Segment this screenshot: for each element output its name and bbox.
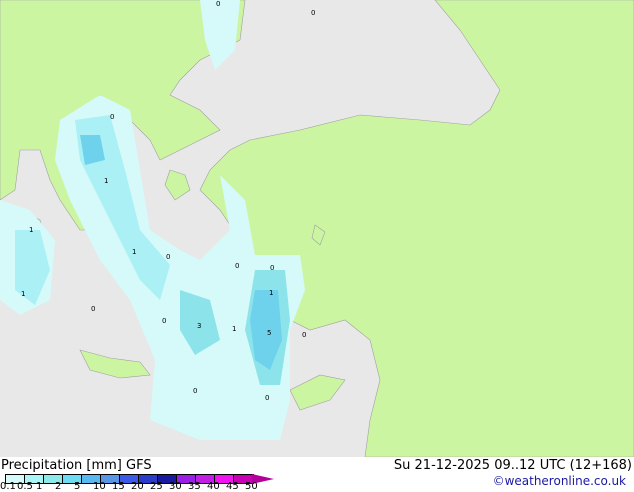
- map-label: 0: [91, 305, 95, 313]
- map-label: 0: [311, 9, 315, 17]
- precipitation-map[interactable]: 0 0 0 1 1 1 0 0 1 0 0 3 1 5 0 0 0 1 0: [0, 0, 634, 457]
- scale-tick-label: 45: [226, 481, 239, 492]
- map-label: 1: [132, 248, 136, 256]
- map-label: 0: [302, 331, 306, 339]
- scale-tick-label: 0.5: [17, 481, 33, 492]
- map-label: 0: [193, 387, 197, 395]
- scale-tick-label: 50: [245, 481, 258, 492]
- scale-tick-label: 10: [93, 481, 106, 492]
- map-label: 0: [235, 262, 239, 270]
- map-label: 0: [265, 394, 269, 402]
- map-label: 1: [21, 290, 25, 298]
- scale-tick-label: 25: [150, 481, 163, 492]
- scale-tick-label: 35: [188, 481, 201, 492]
- map-label: 0: [216, 0, 220, 8]
- credit-link[interactable]: ©weatheronline.co.uk: [493, 474, 626, 488]
- map-label: 1: [104, 177, 108, 185]
- scale-tick-label: 15: [112, 481, 125, 492]
- map-label: 0: [270, 264, 274, 272]
- map-label: 3: [197, 322, 201, 330]
- map-label: 0: [110, 113, 114, 121]
- map-label: 1: [29, 226, 33, 234]
- map-label: 5: [267, 329, 271, 337]
- scale-tick-label: 1: [36, 481, 43, 492]
- scale-tick-label: 40: [207, 481, 220, 492]
- scale-tick-label: 5: [74, 481, 81, 492]
- scale-tick-label: 30: [169, 481, 182, 492]
- map-label: 1: [232, 325, 236, 333]
- scale-tick-label: 0.1: [0, 481, 16, 492]
- legend-footer: Precipitation [mm] GFS Su 21-12-2025 09.…: [0, 457, 634, 492]
- map-label: 0: [162, 317, 166, 325]
- valid-time: Su 21-12-2025 09..12 UTC (12+168): [393, 458, 632, 473]
- scale-tick-label: 20: [131, 481, 144, 492]
- map-label: 1: [269, 289, 273, 297]
- map-title: Precipitation [mm] GFS: [1, 458, 152, 473]
- scale-tick-label: 2: [55, 481, 62, 492]
- map-label: 0: [166, 253, 170, 261]
